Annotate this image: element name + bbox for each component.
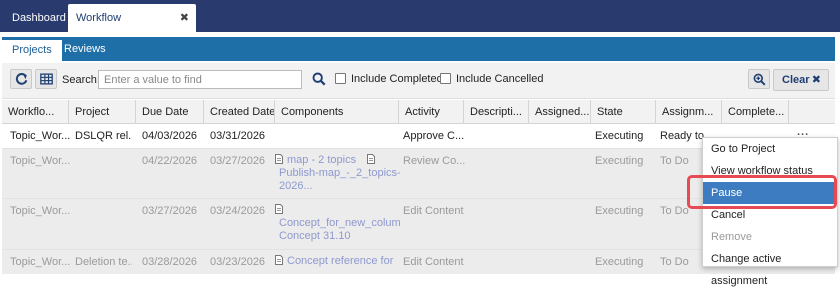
column-header-workflow[interactable]: Workflo...	[2, 100, 69, 124]
cell-created-date: 03/23/2026	[210, 256, 266, 268]
checkbox-box[interactable]	[335, 73, 346, 84]
cell-workflow: Topic_Wor...	[10, 155, 71, 167]
cell-due-date: 03/27/2026	[142, 205, 198, 217]
column-chooser-button[interactable]	[35, 69, 57, 89]
component-line[interactable]	[275, 204, 400, 217]
column-header-assignment[interactable]: Assignm...	[656, 100, 722, 124]
zoom-in-icon	[753, 73, 766, 86]
search-button[interactable]	[308, 69, 330, 89]
column-header-project[interactable]: Project	[69, 100, 136, 124]
cell-assignment: To Do	[660, 256, 689, 268]
include-completed-checkbox[interactable]: Include Completed	[335, 73, 443, 85]
component-link[interactable]: Concept reference for	[287, 255, 393, 267]
cell-assignment: To Do	[660, 205, 689, 217]
column-header-components[interactable]: Components	[275, 100, 399, 124]
menu-item-go-to-project[interactable]: Go to Project	[703, 138, 837, 160]
cell-assignment: Ready to C	[660, 130, 706, 142]
cell-workflow: Topic_Wor...	[10, 256, 71, 268]
tab-dashboard[interactable]: Dashboard	[4, 4, 74, 32]
component-link[interactable]: Concept 31.10	[275, 230, 400, 243]
component-link[interactable]: 2026...	[275, 180, 400, 193]
menu-item-change-active-assignment[interactable]: Change active assignment	[703, 248, 837, 287]
column-header-due-date[interactable]: Due Date	[136, 100, 204, 124]
cell-workflow: Topic_Wor...	[10, 205, 71, 217]
include-completed-label: Include Completed	[351, 73, 443, 85]
cell-due-date: 03/28/2026	[142, 256, 198, 268]
cell-components: Concept reference for	[275, 255, 400, 268]
search-label: Search:	[62, 74, 100, 86]
cell-activity: Approve C...	[403, 130, 465, 142]
checkbox-box[interactable]	[440, 73, 451, 84]
column-header-completed[interactable]: Complete...	[722, 100, 789, 124]
cell-assignment: To Do	[660, 155, 689, 167]
cell-state: Executing	[595, 256, 644, 268]
grid-header: Workflo... Project Due Date Created Date…	[2, 100, 835, 124]
refresh-icon	[15, 73, 28, 85]
search-icon	[312, 72, 326, 86]
column-header-assigned[interactable]: Assigned...	[529, 100, 591, 124]
toolbar: Search: Include Completed Include Cancel…	[2, 63, 835, 99]
subtab-projects[interactable]: Projects	[2, 37, 62, 61]
column-header-description[interactable]: Descripti...	[464, 100, 529, 124]
cell-state: Executing	[595, 130, 644, 142]
cell-activity: Review Co...	[403, 155, 466, 167]
refresh-button[interactable]	[10, 69, 32, 89]
close-tab-icon[interactable]: ✖	[180, 4, 189, 32]
cell-workflow: Topic_Wor...	[10, 130, 71, 142]
component-line[interactable]: map - 2 topics	[275, 154, 400, 167]
subtab-reviews[interactable]: Reviews	[54, 37, 116, 61]
cell-state: Executing	[595, 205, 644, 217]
document-icon	[275, 154, 283, 164]
cell-due-date: 04/22/2026	[142, 155, 198, 167]
component-link[interactable]: Publish-map_-_2_topics-	[275, 167, 400, 180]
cell-components: map - 2 topics Publish-map_-_2_topics- 2…	[275, 154, 400, 193]
cell-created-date: 03/24/2026	[210, 205, 266, 217]
include-cancelled-checkbox[interactable]: Include Cancelled	[440, 73, 543, 85]
cell-activity: Edit Content	[403, 205, 464, 217]
zoom-button[interactable]	[748, 69, 770, 89]
clear-label: Clear	[782, 74, 810, 86]
sub-tab-bar: Projects Reviews	[2, 37, 835, 61]
column-header-created-date[interactable]: Created Date	[204, 100, 275, 124]
highlight-callout	[687, 175, 837, 209]
tab-workflow-management[interactable]: Workflow Management ✖	[68, 4, 196, 52]
clear-icon: ✖	[811, 74, 821, 86]
component-link[interactable]: map - 2 topics	[287, 154, 356, 166]
top-tab-bar: Dashboard Workflow Management ✖	[0, 0, 840, 52]
cell-project: Deletion te...	[75, 256, 132, 268]
clear-button[interactable]: Clear ✖	[773, 69, 829, 91]
menu-item-remove: Remove	[711, 231, 752, 243]
cell-components: Concept_for_new_column_ Concept 31.10	[275, 204, 400, 243]
component-link[interactable]: Concept_for_new_column_	[275, 217, 400, 230]
cell-created-date: 03/31/2026	[210, 130, 266, 142]
cell-activity: Edit Content	[403, 256, 464, 268]
document-icon	[367, 154, 376, 164]
document-icon	[275, 204, 283, 214]
cell-state: Executing	[595, 155, 644, 167]
search-input[interactable]	[98, 70, 302, 89]
document-icon	[275, 255, 283, 265]
cell-project: DSLQR rel...	[75, 130, 132, 142]
component-line[interactable]: Concept reference for	[275, 255, 400, 268]
cell-created-date: 03/27/2026	[210, 155, 266, 167]
include-cancelled-label: Include Cancelled	[456, 73, 544, 85]
grid-icon	[40, 73, 53, 85]
column-header-state[interactable]: State	[591, 100, 656, 124]
cell-due-date: 04/03/2026	[142, 130, 198, 142]
column-header-actions	[789, 100, 835, 124]
column-header-activity[interactable]: Activity	[399, 100, 464, 124]
